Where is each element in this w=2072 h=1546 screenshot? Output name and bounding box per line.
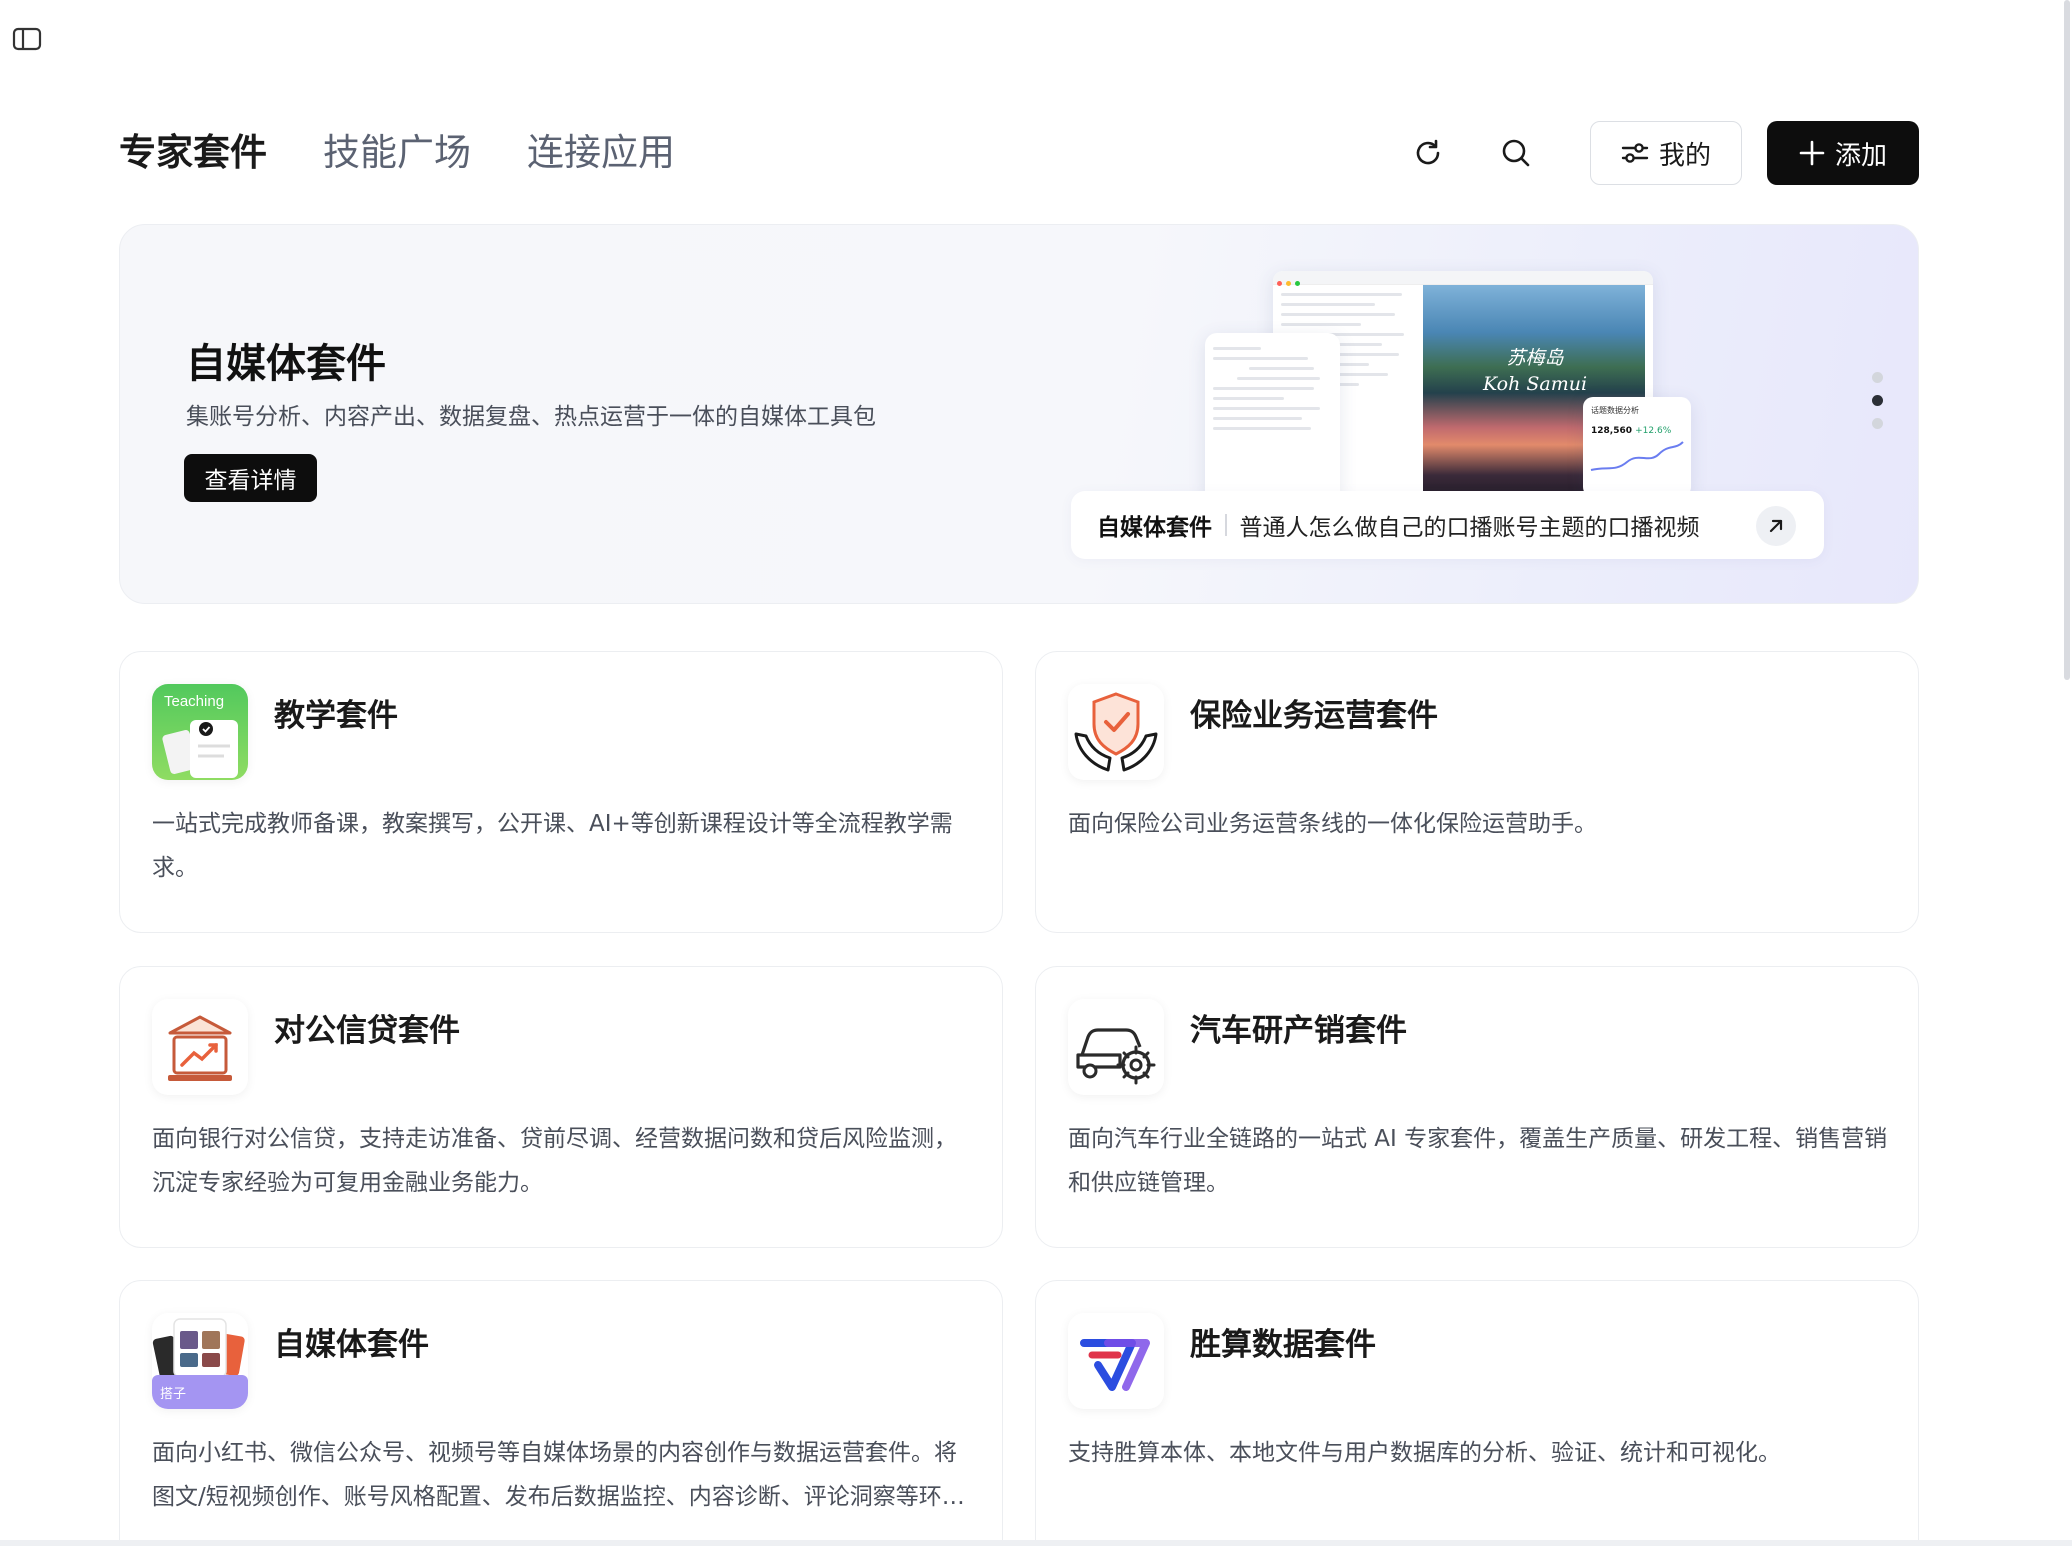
stats-label: 话题数据分析	[1591, 406, 1639, 415]
media-icon-text: 搭子	[160, 1386, 186, 1402]
pager-dot-active[interactable]	[1872, 395, 1883, 406]
sliders-icon	[1621, 143, 1649, 163]
arrow-up-right-icon[interactable]	[1756, 506, 1796, 546]
card-description: 面向银行对公信贷，支持走访准备、贷前尽调、经营数据问数和贷后风险监测，沉淀专家经…	[152, 1126, 957, 1196]
trend-line-icon	[1590, 441, 1684, 471]
hero-case-link[interactable]: 自媒体套件 普通人怎么做自己的口播账号主题的口播视频	[1071, 491, 1824, 559]
search-button[interactable]	[1486, 123, 1546, 183]
media-cards-icon: 搭子	[152, 1313, 248, 1409]
card-title: 教学套件	[274, 698, 398, 734]
card-description: 面向保险公司业务运营条线的一体化保险运营助手。	[1068, 811, 1597, 837]
suite-card-corporate-credit[interactable]: 对公信贷套件 面向银行对公信贷，支持走访准备、贷前尽调、经营数据问数和贷后风险监…	[119, 966, 1003, 1248]
car-gear-icon	[1068, 999, 1164, 1095]
tab-connect-apps[interactable]: 连接应用	[527, 118, 675, 188]
stats-delta: +12.6%	[1635, 426, 1672, 436]
card-title: 对公信贷套件	[274, 1013, 460, 1049]
suite-card-automotive[interactable]: 汽车研产销套件 面向汽车行业全链路的一站式 AI 专家套件，覆盖生产质量、研发工…	[1035, 966, 1919, 1248]
preview-stats-card: 话题数据分析 128,560 +12.6%	[1583, 397, 1691, 497]
tab-expert-suites[interactable]: 专家套件	[119, 118, 267, 188]
suite-card-shengsuan-data[interactable]: 胜算数据套件 支持胜算本体、本地文件与用户数据库的分析、验证、统计和可视化。	[1035, 1280, 1919, 1546]
teaching-icon-text: Teaching	[164, 693, 224, 710]
card-title: 胜算数据套件	[1190, 1327, 1376, 1363]
tab-skill-plaza[interactable]: 技能广场	[323, 118, 471, 188]
card-description: 面向汽车行业全链路的一站式 AI 专家套件，覆盖生产质量、研发工程、销售营销和供…	[1068, 1126, 1888, 1196]
refresh-button[interactable]	[1398, 123, 1458, 183]
hero-subtitle: 集账号分析、内容产出、数据复盘、热点运营于一体的自媒体工具包	[186, 404, 876, 430]
hero-title: 自媒体套件	[186, 341, 386, 387]
search-icon	[1502, 139, 1530, 167]
top-bar: 专家套件 技能广场 连接应用 我的 添加	[119, 118, 1919, 188]
suite-card-teaching[interactable]: Teaching 教学套件 一站式完成教师备课，教案撰写，公开课、AI+等创新课…	[119, 651, 1003, 933]
shengsuan-logo-icon	[1068, 1313, 1164, 1409]
view-details-button[interactable]: 查看详情	[184, 454, 317, 502]
card-title: 汽车研产销套件	[1190, 1013, 1407, 1049]
photo-caption-zh: 苏梅岛	[1506, 347, 1564, 369]
pill-tag: 自媒体套件	[1097, 515, 1212, 541]
pill-divider	[1225, 514, 1227, 536]
card-description: 支持胜算本体、本地文件与用户数据库的分析、验证、统计和可视化。	[1068, 1440, 1781, 1466]
plus-icon	[1799, 140, 1825, 166]
hero-pager	[1872, 372, 1883, 429]
add-label: 添加	[1834, 140, 1887, 171]
toolbar-actions: 我的 添加	[1398, 118, 1919, 188]
card-title: 保险业务运营套件	[1190, 698, 1438, 734]
sidebar-toggle-icon[interactable]	[12, 26, 42, 52]
card-description: 一站式完成教师备课，教案撰写，公开课、AI+等创新课程设计等全流程教学需求。	[152, 811, 953, 881]
add-button[interactable]: 添加	[1767, 121, 1919, 185]
card-title: 自媒体套件	[274, 1327, 429, 1363]
suite-card-insurance[interactable]: 保险业务运营套件 面向保险公司业务运营条线的一体化保险运营助手。	[1035, 651, 1919, 933]
bank-credit-icon	[152, 999, 248, 1095]
pager-dot[interactable]	[1872, 372, 1883, 383]
pill-text: 普通人怎么做自己的口播账号主题的口播视频	[1239, 515, 1700, 541]
mine-filter-button[interactable]: 我的	[1590, 121, 1742, 185]
teaching-icon: Teaching	[152, 684, 248, 780]
stats-value: 128,560	[1591, 426, 1632, 436]
insurance-shield-icon	[1068, 684, 1164, 780]
card-description: 面向小红书、微信公众号、视频号等自媒体场景的内容创作与数据运营套件。将图文/短视…	[152, 1440, 965, 1510]
pager-dot[interactable]	[1872, 418, 1883, 429]
mine-label: 我的	[1658, 140, 1711, 171]
bottom-edge	[0, 1540, 2072, 1546]
suite-card-self-media[interactable]: 搭子 自媒体套件 面向小红书、微信公众号、视频号等自媒体场景的内容创作与数据运营…	[119, 1280, 1003, 1546]
tab-list: 专家套件 技能广场 连接应用	[119, 118, 675, 188]
photo-caption-en: Koh Samui	[1483, 373, 1588, 395]
preview-phone-window	[1205, 333, 1340, 503]
page-scrollbar[interactable]	[2062, 0, 2072, 1546]
scrollbar-thumb[interactable]	[2064, 0, 2070, 680]
hero-banner: 自媒体套件 集账号分析、内容产出、数据复盘、热点运营于一体的自媒体工具包 查看详…	[119, 224, 1919, 604]
refresh-icon	[1416, 139, 1440, 165]
